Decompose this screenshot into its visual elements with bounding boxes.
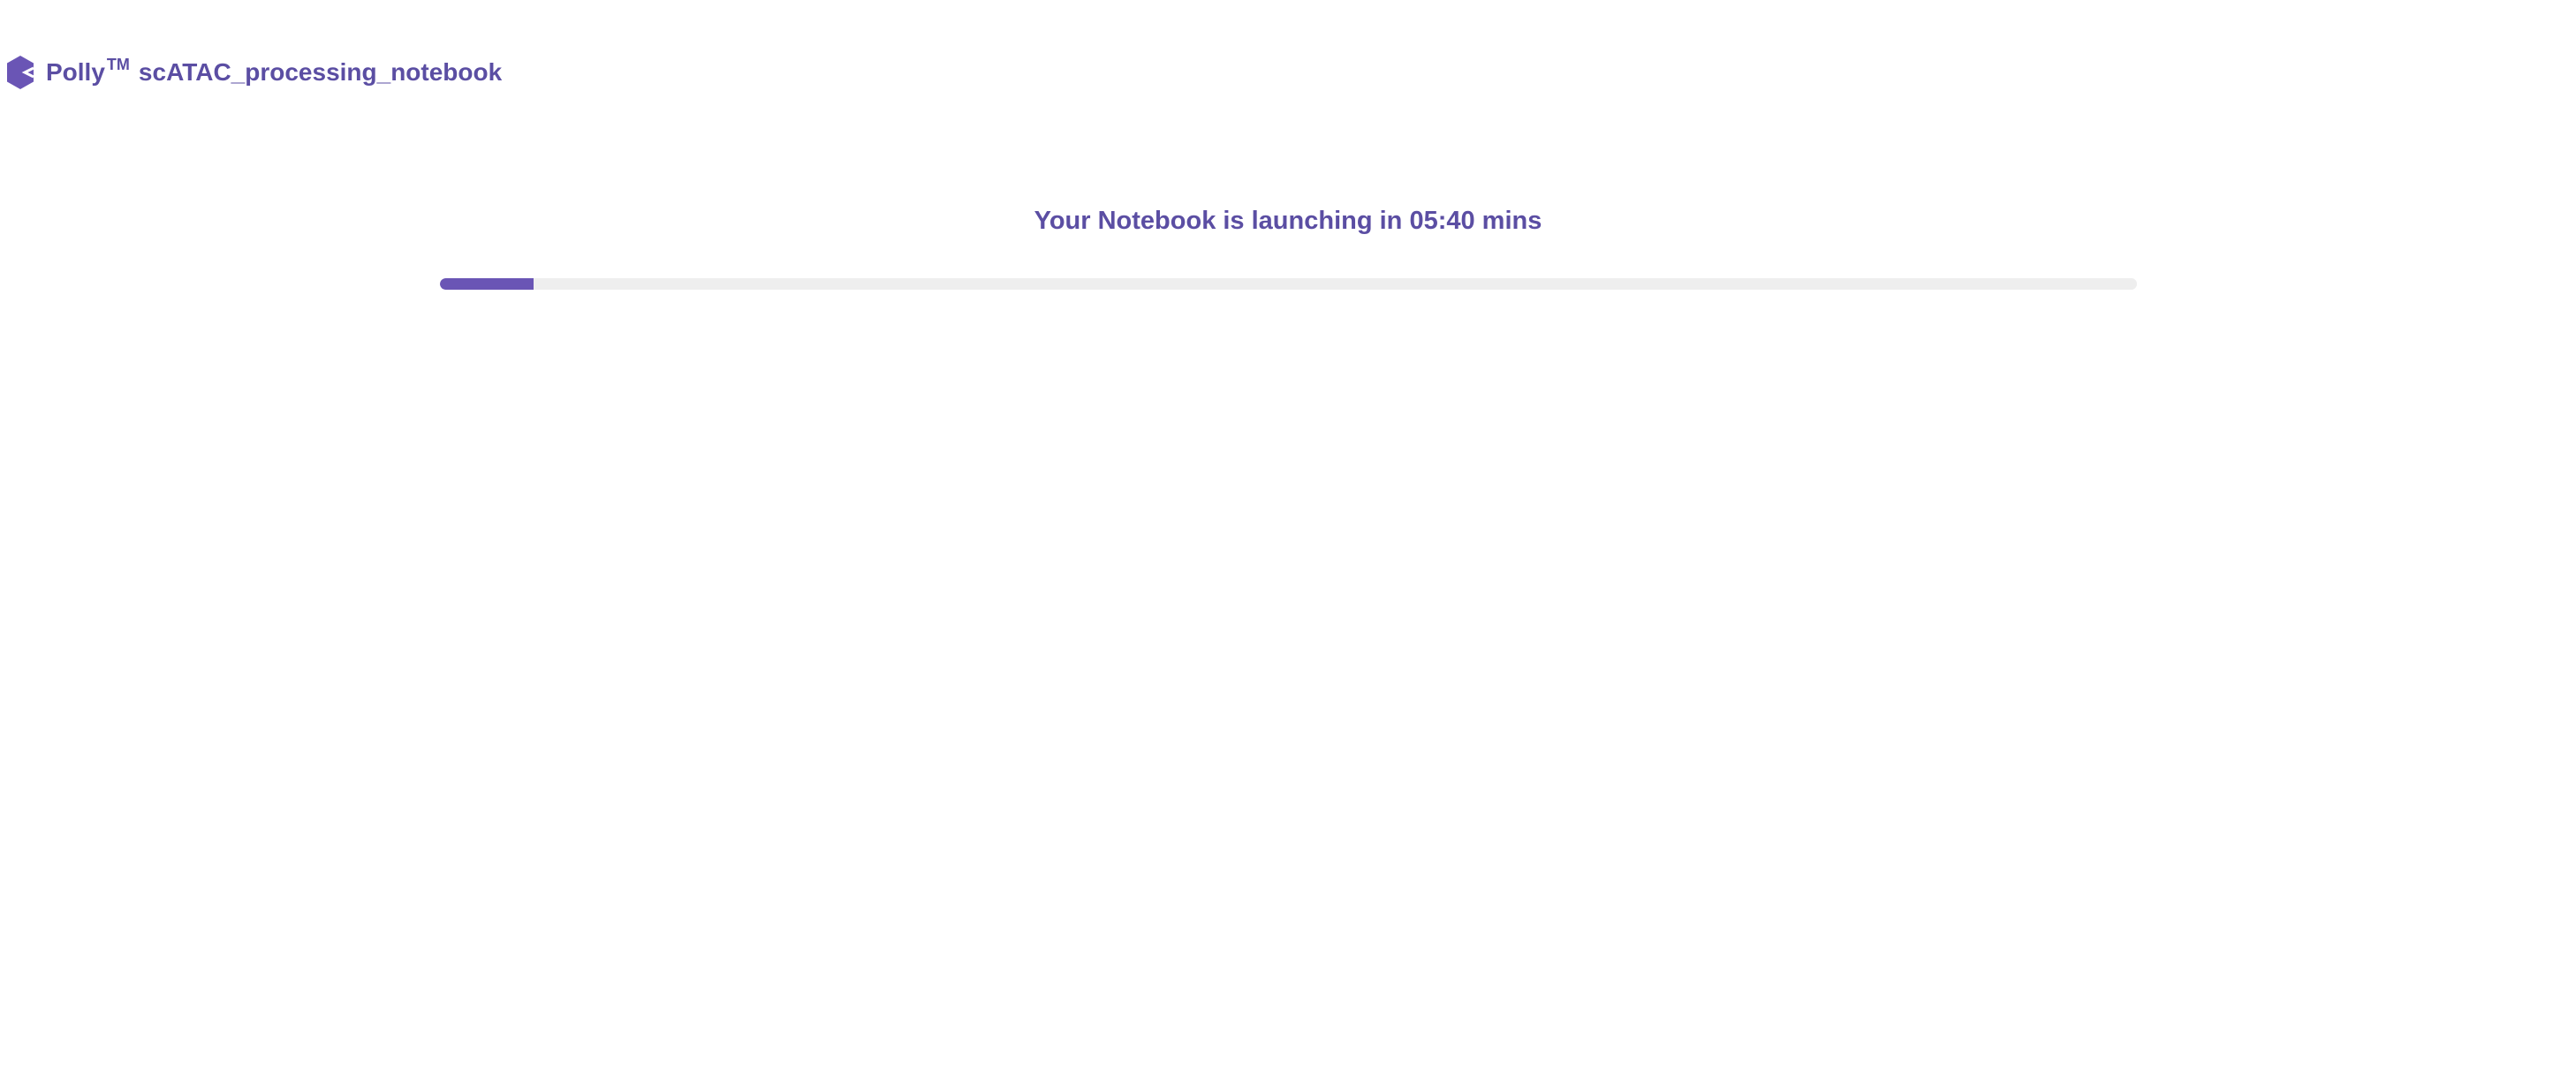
trademark-mark: TM [106,56,130,73]
notebook-name: scATAC_processing_notebook [138,58,503,86]
launch-progress-fill [440,278,534,290]
launch-progress-bar [440,278,2137,290]
app-header: Polly TM scATAC_processing_notebook [6,53,502,92]
brand-name: Polly [46,58,105,86]
brand-title: Polly TM scATAC_processing_notebook [46,56,503,86]
polly-logo-icon[interactable] [6,55,34,90]
launch-status-message: Your Notebook is launching in 05:40 mins [1034,207,1542,235]
